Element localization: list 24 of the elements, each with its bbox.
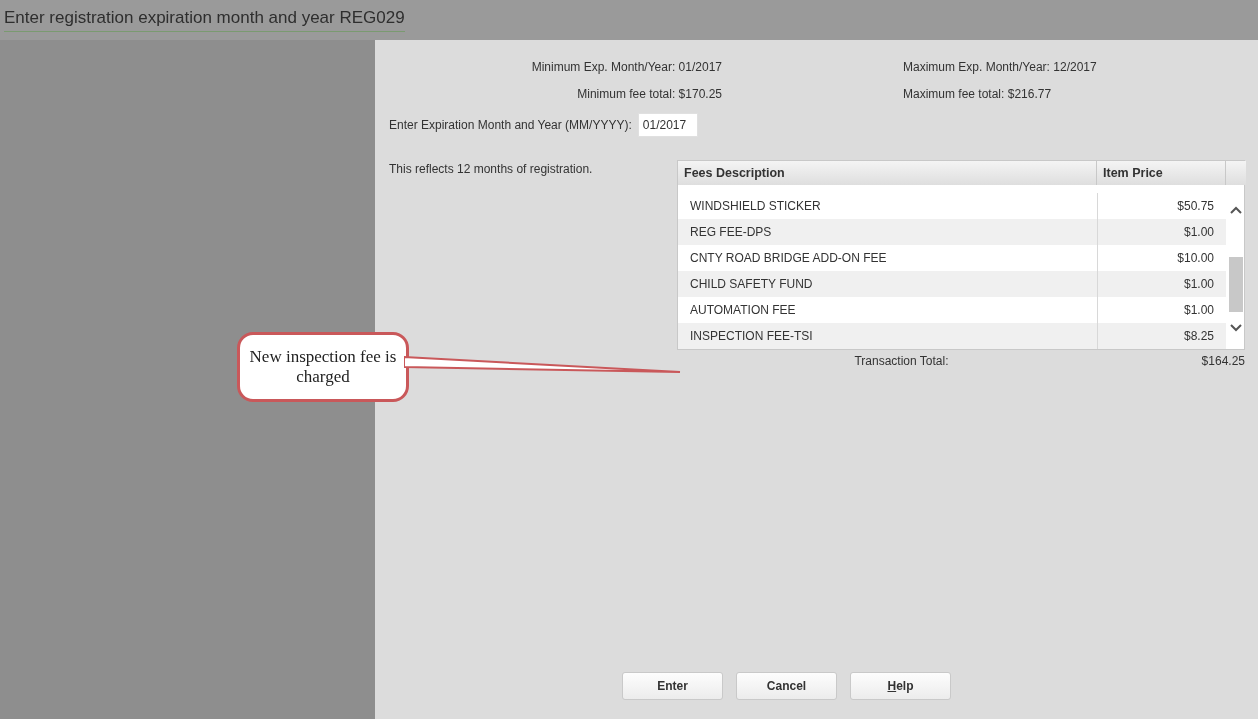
total-value: $164.25 — [1200, 354, 1245, 368]
expiration-input[interactable]: 01/2017 — [637, 113, 698, 137]
dialog-button[interactable]: Help — [850, 672, 951, 700]
limit-text: Maximum Exp. Month/Year: 12/2017 — [903, 60, 1098, 74]
total-label: Transaction Total: — [853, 354, 950, 368]
column-header[interactable]: Item Price — [1097, 161, 1226, 185]
header-filler — [1226, 161, 1246, 185]
dialog-button[interactable]: Enter — [622, 672, 723, 700]
limit-text: Minimum Exp. Month/Year: 01/2017 — [530, 60, 722, 74]
table-cell-text: CNTY ROAD BRIDGE ADD-ON FEE — [689, 250, 888, 267]
callout-bubble: New inspection fee is charged — [237, 332, 409, 402]
table-cell-text: WINDSHIELD STICKER — [689, 198, 822, 215]
window-title: Enter registration expiration month and year REG029 — [4, 8, 405, 32]
table-cell: $8.25 — [1097, 323, 1226, 349]
field-label: Enter Expiration Month and Year (MM/YYYY): — [389, 118, 632, 132]
table-cell-text: AUTOMATION FEE — [689, 302, 797, 319]
table-cell-text: INSPECTION FEE-TSI — [689, 328, 814, 345]
column-header[interactable]: Fees Description — [678, 161, 1097, 185]
dialog-button[interactable]: Cancel — [736, 672, 837, 700]
note-text: This reflects 12 months of registration. — [389, 161, 594, 176]
table-cell-text: REG FEE-DPS — [689, 224, 773, 241]
limit-text: Maximum fee total: $216.77 — [903, 87, 1053, 101]
table-cell-text: CHILD SAFETY FUND — [689, 276, 814, 293]
limit-text: Minimum fee total: $170.25 — [576, 87, 722, 101]
